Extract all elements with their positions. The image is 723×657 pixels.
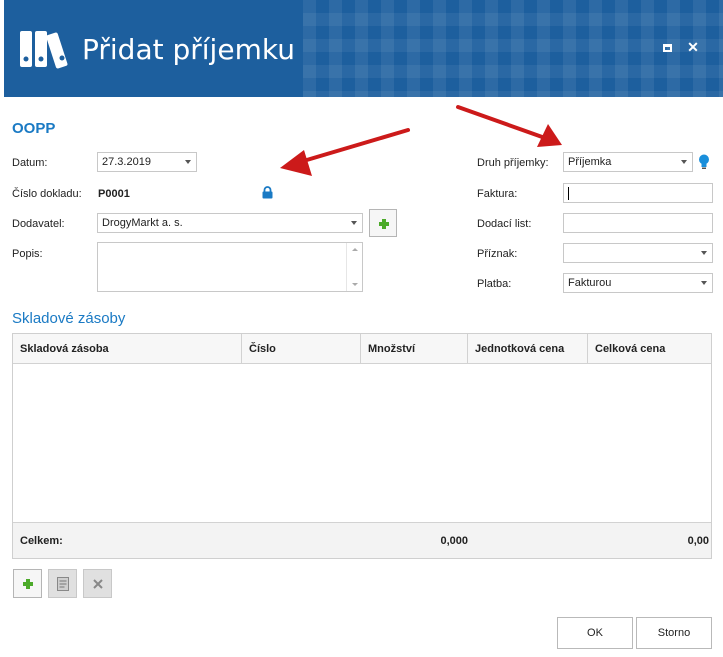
- maximize-icon: [662, 44, 672, 52]
- stock-grid: Skladová zásoba Číslo Množství Jednotkov…: [12, 333, 712, 559]
- chevron-down-icon: [681, 160, 687, 164]
- column-header[interactable]: Číslo: [242, 334, 361, 364]
- stock-title: Skladové zásoby: [12, 310, 126, 327]
- grid-footer: Celkem: 0,000 0,00: [13, 522, 711, 558]
- dodavatel-select[interactable]: DrogyMarkt a. s.: [97, 213, 363, 233]
- edit-icon: [57, 577, 69, 591]
- annotation-arrow-right: [456, 105, 562, 147]
- storno-button[interactable]: Storno: [636, 617, 712, 649]
- chevron-down-icon: [351, 221, 357, 225]
- datum-label: Datum:: [12, 157, 48, 169]
- druh-value: Příjemka: [568, 156, 612, 168]
- scroll-up-icon: [352, 248, 358, 251]
- dodaci-label: Dodací list:: [477, 218, 532, 230]
- platba-label: Platba:: [477, 278, 512, 290]
- dodaci-input[interactable]: [563, 213, 713, 233]
- faktura-input[interactable]: [563, 183, 713, 203]
- priznak-label: Příznak:: [477, 248, 518, 260]
- dodavatel-label: Dodavatel:: [12, 218, 65, 230]
- lightbulb-icon[interactable]: [698, 154, 710, 170]
- window-title: Přidat příjemku: [82, 33, 295, 66]
- ok-button[interactable]: OK: [557, 617, 633, 649]
- column-header[interactable]: Celková cena: [588, 334, 711, 364]
- grid-header: Skladová zásoba Číslo Množství Jednotkov…: [13, 334, 711, 364]
- add-supplier-button[interactable]: [369, 209, 397, 237]
- total-label: Celkem:: [20, 535, 63, 547]
- popis-label: Popis:: [12, 248, 43, 260]
- column-header[interactable]: Jednotková cena: [468, 334, 588, 364]
- faktura-label: Faktura:: [477, 188, 518, 200]
- edit-item-button[interactable]: [48, 569, 77, 598]
- datum-picker[interactable]: 27.3.2019: [97, 152, 197, 172]
- column-header[interactable]: Skladová zásoba: [13, 334, 242, 364]
- chevron-down-icon: [701, 251, 707, 255]
- delete-icon: [93, 579, 103, 589]
- cislo-label: Číslo dokladu:: [12, 188, 82, 200]
- druh-select[interactable]: Příjemka: [563, 152, 693, 172]
- total-quantity: 0,000: [440, 535, 468, 547]
- platba-value: Fakturou: [568, 277, 612, 289]
- plus-icon-bar: [26, 579, 30, 589]
- scroll-down-icon: [352, 283, 358, 286]
- priznak-select[interactable]: [563, 243, 713, 263]
- druh-label: Druh příjemky:: [477, 157, 549, 169]
- total-price: 0,00: [687, 535, 709, 547]
- binders-icon: [20, 31, 68, 69]
- lock-icon[interactable]: [262, 186, 273, 199]
- window-header: Přidat příjemku: [4, 0, 723, 97]
- column-header[interactable]: Množství: [361, 334, 468, 364]
- text-cursor: [568, 187, 569, 200]
- datum-value: 27.3.2019: [102, 156, 151, 168]
- annotation-arrow-left: [280, 128, 410, 176]
- platba-select[interactable]: Fakturou: [563, 273, 713, 293]
- plus-icon-bar: [382, 219, 386, 229]
- add-item-button[interactable]: [13, 569, 42, 598]
- chevron-down-icon: [701, 281, 707, 285]
- chevron-down-icon: [185, 160, 191, 164]
- dodavatel-value: DrogyMarkt a. s.: [102, 217, 183, 229]
- popis-scrollbar[interactable]: [346, 243, 362, 291]
- popis-textarea[interactable]: [97, 242, 363, 292]
- maximize-button[interactable]: [660, 40, 674, 54]
- section-title: OOPP: [12, 120, 56, 137]
- delete-item-button[interactable]: [83, 569, 112, 598]
- close-button[interactable]: ✕: [686, 40, 700, 54]
- cislo-value: P0001: [98, 188, 130, 200]
